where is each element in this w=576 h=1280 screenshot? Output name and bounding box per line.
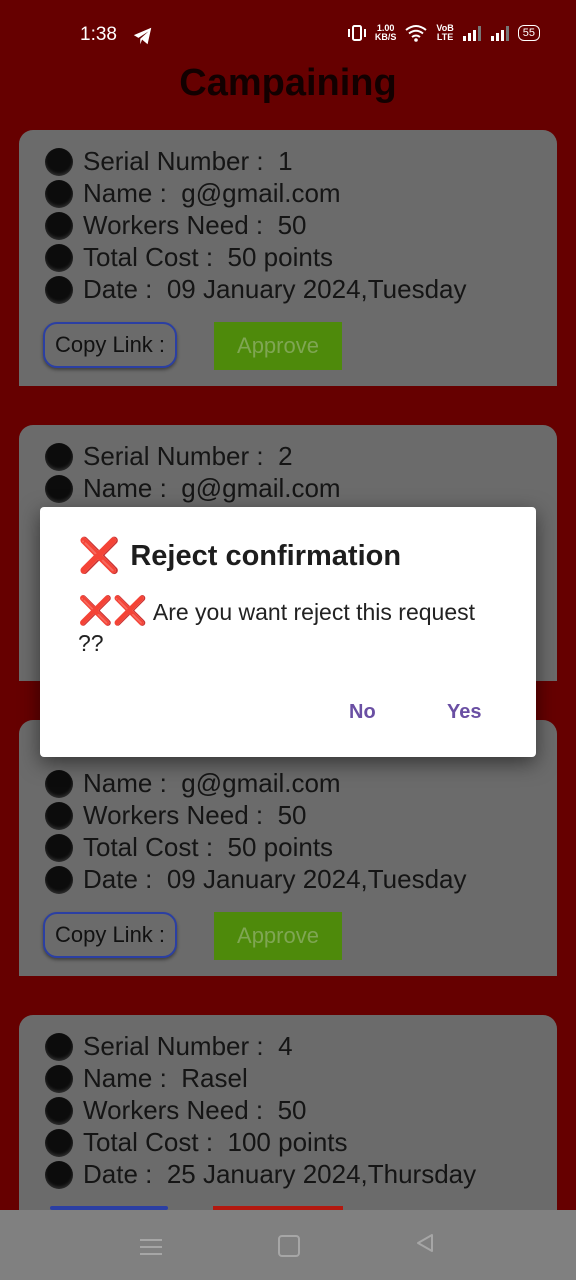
workers-row: Workers Need : 50 [45, 1095, 307, 1126]
volte-indicator: VoB LTE [436, 23, 454, 42]
campaign-card-1: Serial Number : 1 Name : g@gmail.com Wor… [19, 130, 557, 386]
dialog-message: ❌❌ Are you want reject this request ?? [78, 595, 476, 656]
campaign-card-3: Name : g@gmail.com Workers Need : 50 Tot… [19, 720, 557, 976]
system-nav-bar [0, 1210, 576, 1280]
red-x-icon: ❌ [78, 537, 121, 575]
cost-row: Total Cost : 100 points [45, 1127, 348, 1158]
bullet-icon [45, 179, 73, 208]
yes-button[interactable]: Yes [447, 701, 481, 724]
bullet-icon [45, 833, 73, 862]
name-value: Rasel [181, 1063, 248, 1093]
status-icons: 1.00 KB/S VoB LTE 55 [347, 24, 540, 42]
wifi-icon [405, 25, 428, 42]
workers-row: Workers Need : 50 [45, 210, 307, 241]
signal-icon-1 [462, 26, 481, 41]
date-value: 25 January 2024,Thursday [166, 1159, 477, 1189]
name-value: g@gmail.com [181, 473, 341, 503]
page-title: Campaining [179, 62, 397, 104]
battery-indicator: 55 [517, 25, 540, 41]
cost-value: 100 points [227, 1127, 348, 1157]
date-value: 09 January 2024,Tuesday [166, 274, 467, 304]
bullet-icon [45, 442, 73, 471]
bullet-icon [45, 801, 73, 830]
approve-button[interactable]: Approve [214, 322, 342, 370]
name-row: Name : g@gmail.com [45, 768, 341, 799]
telegram-icon [133, 27, 152, 45]
serial-value: 4 [278, 1031, 293, 1061]
serial-row: Serial Number : 2 [45, 441, 293, 472]
bullet-icon [45, 1160, 73, 1189]
name-value: g@gmail.com [181, 768, 341, 798]
status-time: 1:38 [80, 24, 117, 45]
no-button[interactable]: No [349, 701, 376, 724]
name-row: Name : g@gmail.com [45, 473, 341, 504]
cost-row: Total Cost : 50 points [45, 832, 333, 863]
campaign-card-4: Serial Number : 4 Name : Rasel Workers N… [19, 1015, 557, 1210]
bullet-icon [45, 243, 73, 272]
reject-confirmation-dialog: ❌ Reject confirmation ❌❌ Are you want re… [40, 507, 536, 757]
bullet-icon [45, 769, 73, 798]
bullet-icon [45, 211, 73, 240]
serial-value: 2 [278, 441, 293, 471]
date-row: Date : 09 January 2024,Tuesday [45, 274, 467, 305]
workers-value: 50 [277, 1095, 307, 1125]
date-row: Date : 09 January 2024,Tuesday [45, 864, 467, 895]
bullet-icon [45, 1096, 73, 1125]
cost-row: Total Cost : 50 points [45, 242, 333, 273]
workers-row: Workers Need : 50 [45, 800, 307, 831]
name-row: Name : g@gmail.com [45, 178, 341, 209]
bullet-icon [45, 147, 73, 176]
workers-value: 50 [277, 210, 307, 240]
bullet-icon [45, 865, 73, 894]
bullet-icon [45, 1032, 73, 1061]
bullet-icon [45, 275, 73, 304]
serial-value: 1 [278, 146, 293, 176]
status-bar: 1:38 1.00 KB/S VoB LTE 55 [0, 0, 576, 68]
network-speed: 1.00 KB/S [374, 23, 397, 42]
back-icon[interactable] [414, 1232, 436, 1254]
date-value: 09 January 2024,Tuesday [166, 864, 467, 894]
screen: 1:38 1.00 KB/S VoB LTE 55 Campaining Ser… [0, 0, 576, 1280]
serial-row: Serial Number : 4 [45, 1031, 293, 1062]
cost-value: 50 points [227, 242, 334, 272]
dialog-title: ❌ Reject confirmation [78, 537, 402, 575]
approve-button[interactable]: Approve [214, 912, 342, 960]
recent-apps-icon[interactable] [140, 1234, 162, 1260]
home-icon[interactable] [278, 1235, 300, 1257]
vibrate-icon [347, 25, 366, 41]
bullet-icon [45, 474, 73, 503]
signal-icon-2 [490, 26, 509, 41]
serial-row: Serial Number : 1 [45, 146, 293, 177]
copy-link-button[interactable]: Copy Link : [43, 912, 177, 958]
workers-value: 50 [277, 800, 307, 830]
name-row: Name : Rasel [45, 1063, 248, 1094]
name-value: g@gmail.com [181, 178, 341, 208]
bullet-icon [45, 1064, 73, 1093]
cost-value: 50 points [227, 832, 334, 862]
red-x-icons: ❌❌ [78, 595, 148, 626]
copy-link-button[interactable]: Copy Link : [43, 322, 177, 368]
date-row: Date : 25 January 2024,Thursday [45, 1159, 476, 1190]
bullet-icon [45, 1128, 73, 1157]
